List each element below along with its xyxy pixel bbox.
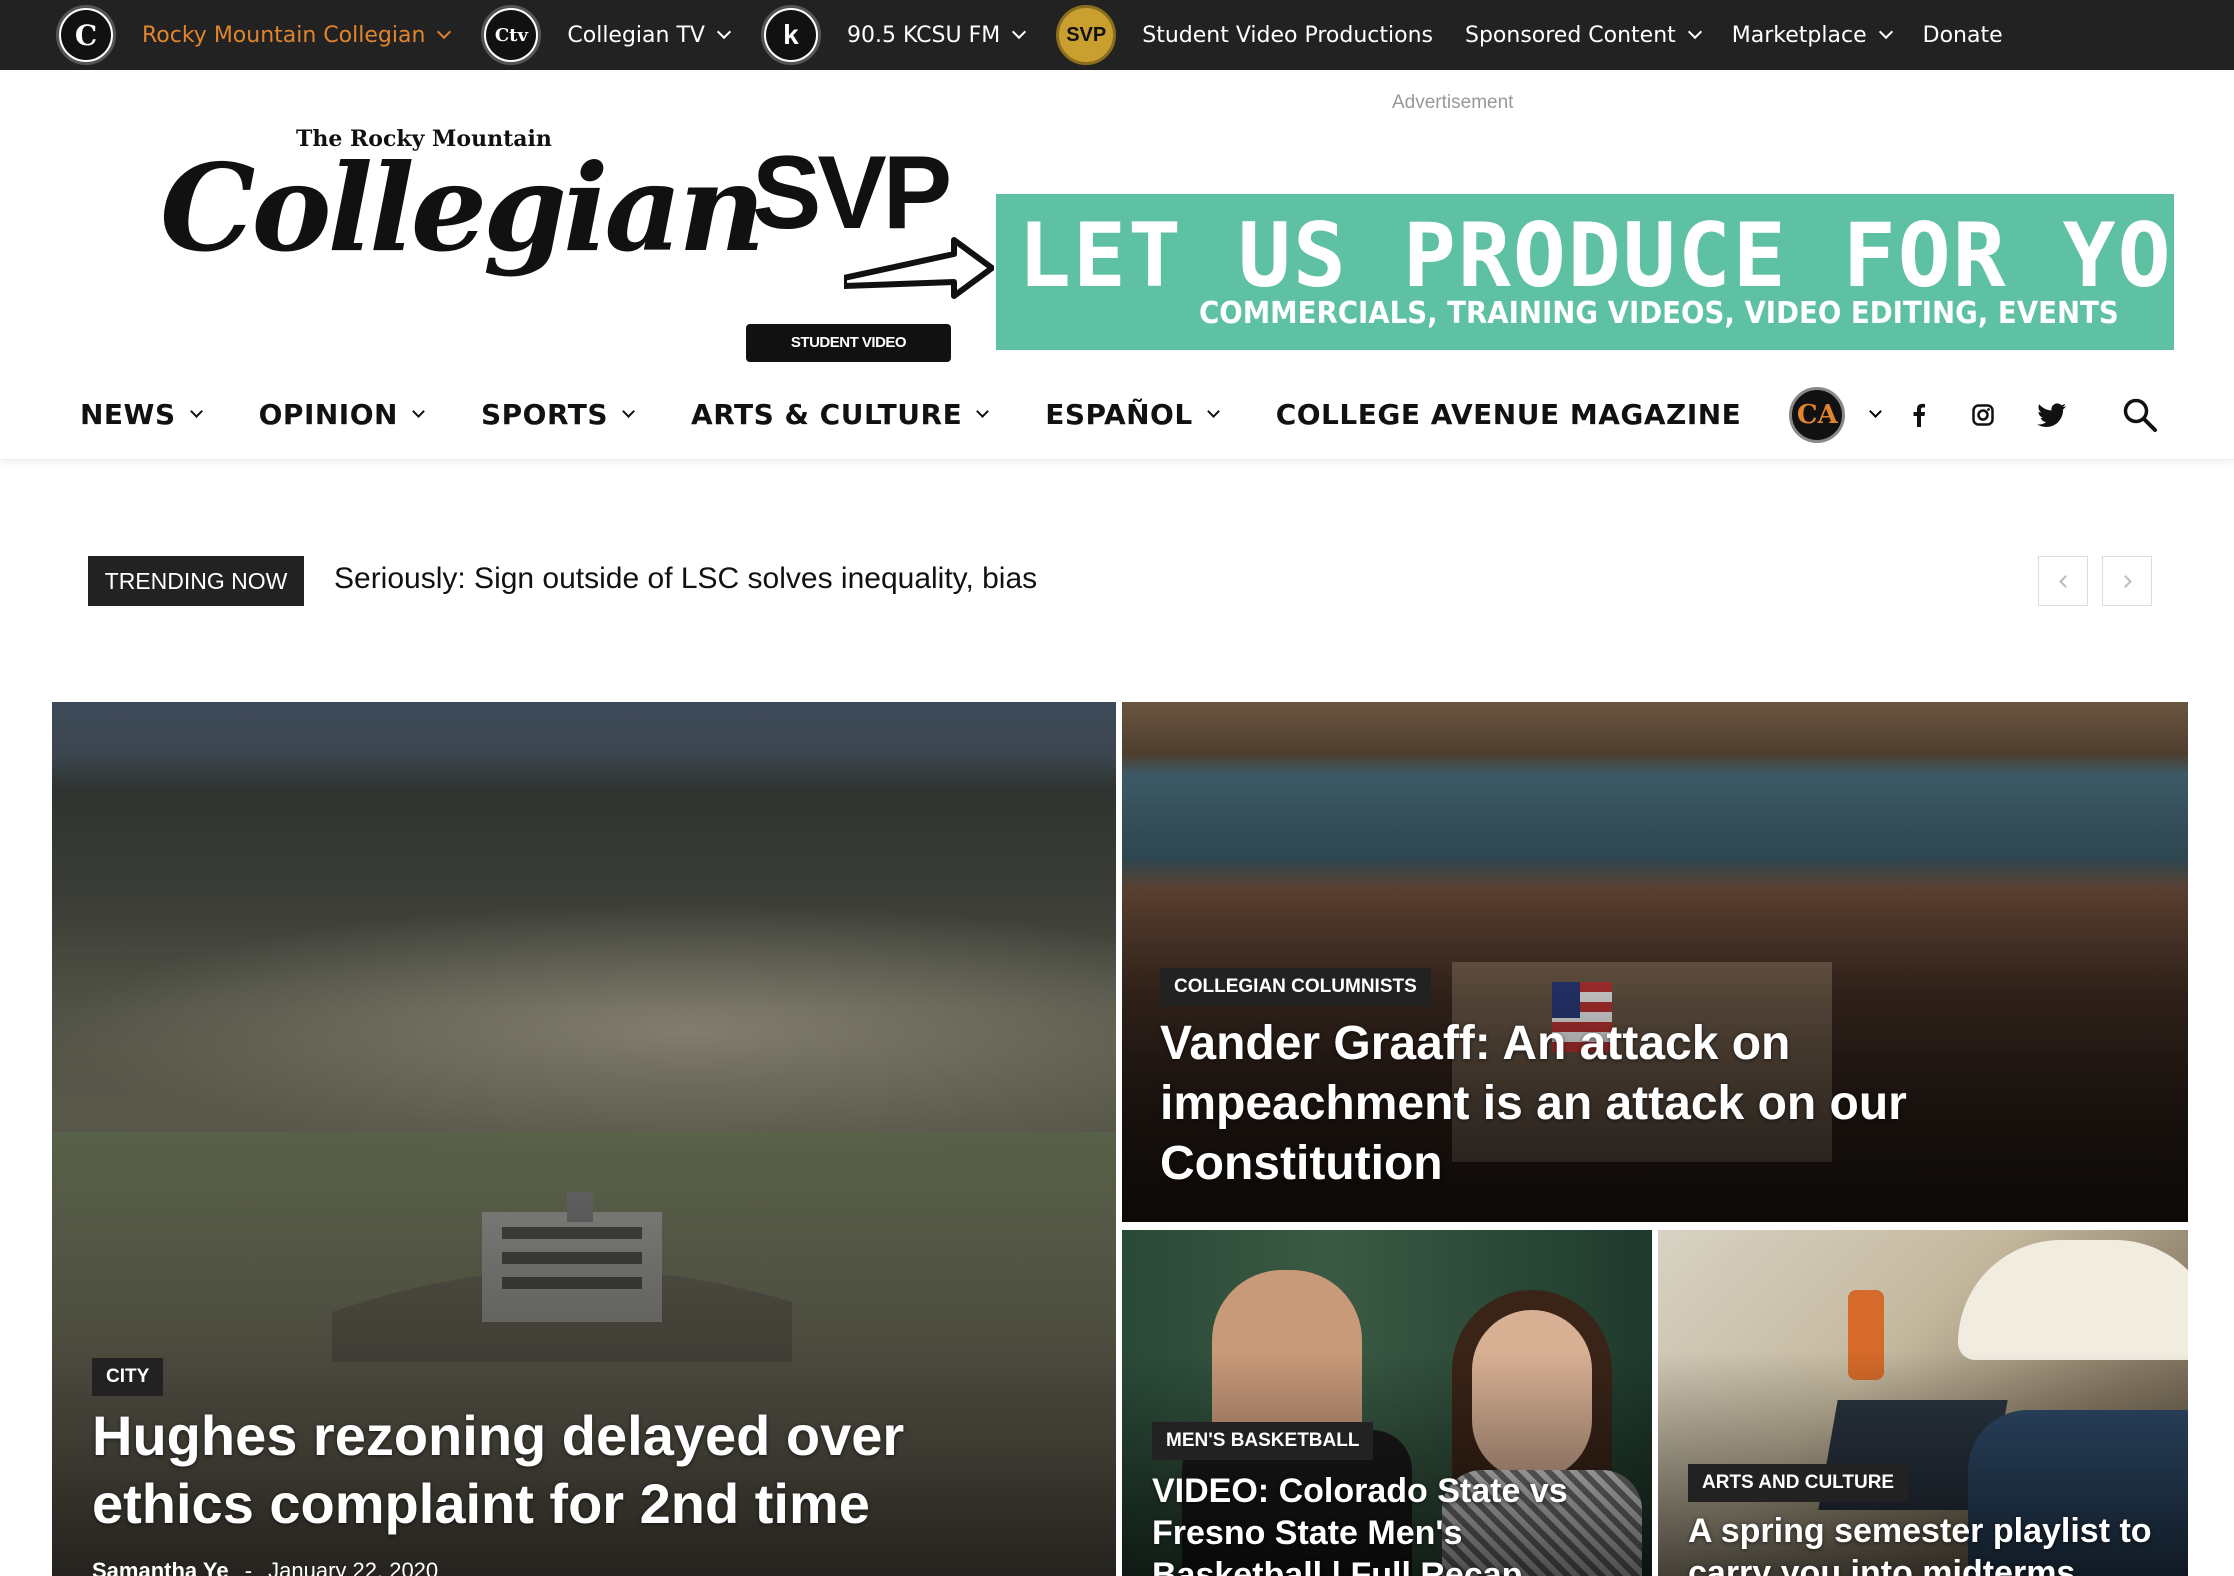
nav-college-avenue-magazine[interactable]: COLLEGE AVENUE MAGAZINE [1276,398,1742,431]
article-date: January 22, 2020 [268,1558,439,1576]
meta-separator: - [244,1558,253,1576]
chevron-down-icon [1878,24,1893,40]
nav-arts-culture[interactable]: ARTS & CULTURE [691,398,990,431]
trending-prev-button[interactable] [2038,556,2088,606]
network-kcsu[interactable]: k 90.5 KCSU FM [760,0,1027,70]
article-meta: Samantha Ye - January 22, 2020 [92,1558,438,1576]
category-badge[interactable]: ARTS AND CULTURE [1688,1464,1909,1502]
banner-subtitle: COMMERCIALS, TRAINING VIDEOS, VIDEO EDIT… [1199,296,2119,331]
nav-espanol[interactable]: ESPAÑOL [1045,398,1220,431]
facebook-icon [1913,403,1925,427]
category-badge[interactable]: COLLEGIAN COLUMNISTS [1160,968,1431,1006]
instagram-link[interactable] [1966,370,2000,460]
nav-opinion[interactable]: OPINION [258,398,425,431]
chevron-down-icon [1869,405,1883,418]
network-collegian-tv[interactable]: Ctv Collegian TV [481,0,732,70]
trending-now-label: TRENDING NOW [88,556,304,606]
nav-news[interactable]: NEWS [80,398,203,431]
chevron-left-icon [2058,574,2072,588]
category-badge[interactable]: MEN'S BASKETBALL [1152,1422,1374,1460]
article-headline[interactable]: VIDEO: Colorado State vs Fresno State Me… [1152,1470,1632,1576]
featured-article-arts[interactable]: ARTS AND CULTURE A spring semester playl… [1658,1230,2188,1576]
nav-label: COLLEGE AVENUE MAGAZINE [1275,398,1742,431]
kcsu-logo-icon: k [760,5,821,65]
network-rocky-mountain-collegian[interactable]: C Rocky Mountain Collegian [56,0,452,70]
nav-label: OPINION [258,398,398,431]
banner-title: LET US PRODUCE FOR YOU [1018,204,2228,307]
facebook-link[interactable] [1902,370,1936,460]
network-label: Collegian TV [567,22,705,48]
svp-brand-subtitle: STUDENT VIDEO PRODUCTIONS [746,324,951,389]
photo-cap [1958,1240,2188,1360]
chevron-down-icon [1687,24,1702,40]
site-logo[interactable]: The Rocky Mountain Collegian [160,126,766,376]
featured-article-columnists[interactable]: COLLEGIAN COLUMNISTS Vander Graaff: An a… [1122,702,2188,1222]
collegian-logo-icon: C [56,5,116,65]
chevron-down-icon [1206,405,1220,418]
article-headline[interactable]: Vander Graaff: An attack on impeachment … [1160,1014,2100,1194]
network-sponsored-content[interactable]: Sponsored Content [1464,0,1702,70]
network-label: Sponsored Content [1464,22,1676,48]
nav-label: ESPAÑOL [1045,398,1193,431]
college-avenue-logo-icon: CA [1789,386,1846,443]
chevron-down-icon [1012,24,1027,40]
nav-label: ARTS & CULTURE [691,398,963,431]
svp-brand: SVP STUDENT VIDEO PRODUCTIONS [744,128,994,389]
collegian-tv-logo-icon: Ctv [481,5,542,65]
network-label: 90.5 KCSU FM [846,22,1001,48]
search-icon [2123,398,2157,432]
network-label: Rocky Mountain Collegian [142,22,426,48]
chevron-down-icon [412,405,425,418]
network-bar: C Rocky Mountain Collegian Ctv Collegian… [0,0,2234,70]
instagram-icon [1972,404,1994,426]
nav-sports[interactable]: SPORTS [480,398,635,431]
trending-headline-link[interactable]: Seriously: Sign outside of LSC solves in… [334,562,1037,596]
nav-label: NEWS [80,398,176,431]
network-label: Marketplace [1731,22,1867,48]
network-marketplace[interactable]: Marketplace [1731,0,1893,70]
network-donate[interactable]: Donate [1923,0,2003,70]
twitter-icon [2037,403,2066,427]
chevron-down-icon [189,405,203,418]
masthead-title: Collegian [160,138,766,279]
article-headline[interactable]: Hughes rezoning delayed over ethics comp… [92,1402,992,1538]
advertisement-label: Advertisement [1392,92,1514,113]
network-svp[interactable]: SVP Student Video Productions [1056,0,1433,70]
nav-ca-menu[interactable]: CA [1789,386,1883,443]
featured-article-basketball[interactable]: MEN'S BASKETBALL VIDEO: Colorado State v… [1122,1230,1652,1576]
chevron-down-icon [622,405,635,418]
svp-logo-icon: SVP [1056,5,1117,65]
search-button[interactable] [2118,370,2162,460]
article-author[interactable]: Samantha Ye [92,1558,229,1576]
nav-label: SPORTS [480,398,609,431]
article-headline[interactable]: A spring semester playlist to carry you … [1688,1510,2168,1576]
network-label: Student Video Productions [1142,22,1433,48]
chevron-right-icon [2118,574,2132,588]
play-arrow-icon [844,237,994,299]
chevron-down-icon [976,405,990,418]
chevron-down-icon [437,24,452,40]
chevron-down-icon [716,24,732,40]
featured-article-city[interactable]: CITY Hughes rezoning delayed over ethics… [52,702,1116,1576]
category-badge[interactable]: CITY [92,1358,164,1396]
network-label: Donate [1922,22,2003,48]
advertisement-banner[interactable]: SVP STUDENT VIDEO PRODUCTIONS LET US PRO… [744,128,2226,389]
banner-panel: LET US PRODUCE FOR YOU COMMERCIALS, TRAI… [996,194,2226,350]
main-nav: NEWS OPINION SPORTS ARTS & CULTURE ESPAÑ… [0,370,2234,460]
trending-next-button[interactable] [2102,556,2152,606]
twitter-link[interactable] [2032,370,2072,460]
